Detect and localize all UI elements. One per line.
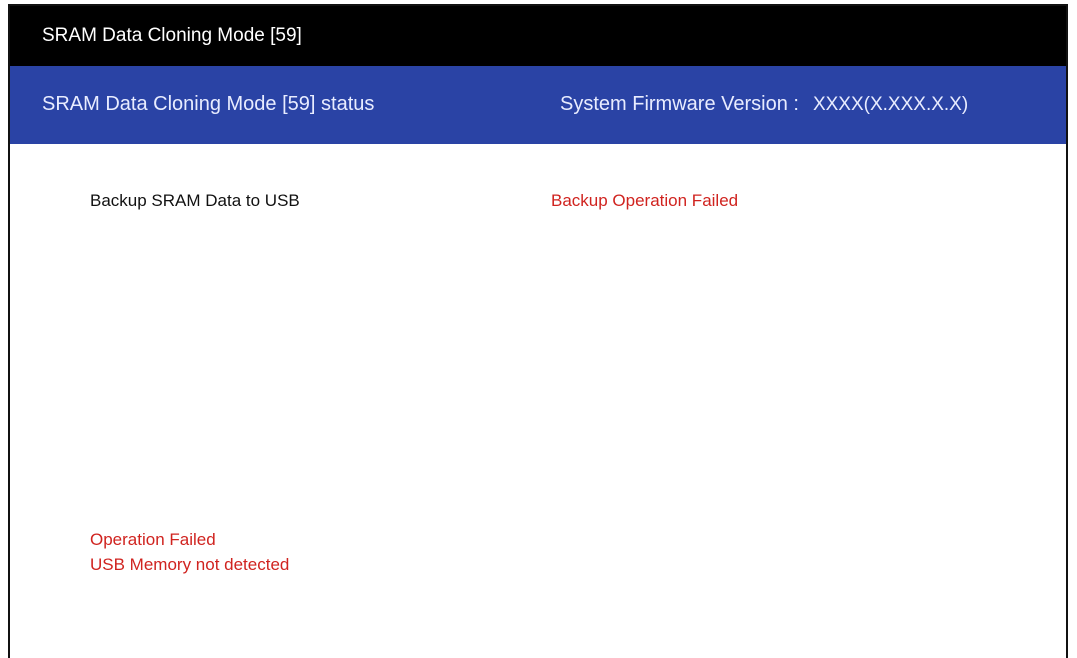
error-message: Operation Failed <box>90 530 216 549</box>
title-text: SRAM Data Cloning Mode [59] <box>42 25 302 46</box>
backup-item-label: Backup SRAM Data to USB <box>90 191 300 210</box>
error-detail: USB Memory not detected <box>90 555 290 574</box>
status-label: SRAM Data Cloning Mode [59] status <box>42 93 375 115</box>
screen-frame: SRAM Data Cloning Mode [59] SRAM Data Cl… <box>8 4 1068 658</box>
status-bar: SRAM Data Cloning Mode [59] status Syste… <box>10 66 1066 144</box>
backup-item-status: Backup Operation Failed <box>551 191 739 210</box>
firmware-version: System Firmware Version : XXXX(X.XXX.X.X) <box>560 93 968 116</box>
content-area: Backup SRAM Data to USB Backup Operation… <box>10 144 1066 658</box>
firmware-value: XXXX(X.XXX.X.X) <box>812 94 969 115</box>
firmware-label: System Firmware Version : <box>560 93 799 115</box>
error-messages: Operation Failed USB Memory not detected <box>90 527 289 577</box>
title-bar: SRAM Data Cloning Mode [59] <box>10 6 1066 66</box>
